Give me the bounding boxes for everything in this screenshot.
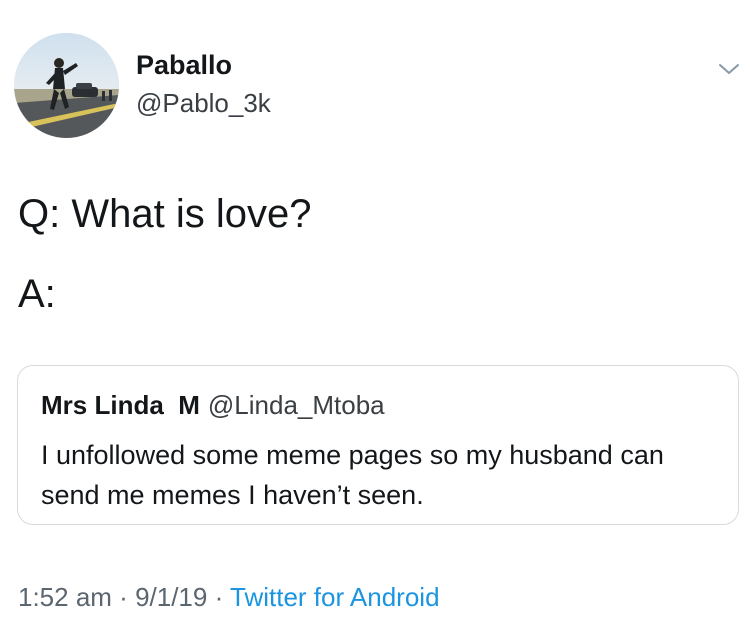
quoted-tweet[interactable]: Mrs Linda M @Linda_Mtoba I unfollowed som… <box>17 365 739 525</box>
tweet: Paballo @Pablo_3k Q: What is love? A: Mr… <box>0 0 750 638</box>
quoted-author-handle: @Linda_Mtoba <box>207 390 385 420</box>
meta-separator: · <box>207 582 230 612</box>
tweet-time[interactable]: 1:52 am <box>18 582 112 612</box>
tweet-meta: 1:52 am · 9/1/19 · Twitter for Android <box>18 580 440 614</box>
quoted-author-name: Mrs Linda M <box>41 390 200 420</box>
tweet-date[interactable]: 9/1/19 <box>135 582 207 612</box>
chevron-down-icon[interactable] <box>718 62 740 76</box>
meta-separator: · <box>111 582 136 612</box>
avatar[interactable] <box>14 33 119 138</box>
quoted-tweet-text: I unfollowed some meme pages so my husba… <box>41 440 664 510</box>
author-handle[interactable]: @Pablo_3k <box>136 86 271 120</box>
author-display-name[interactable]: Paballo <box>136 48 271 82</box>
author-info[interactable]: Paballo @Pablo_3k <box>136 48 271 120</box>
avatar-photo-road <box>14 33 119 138</box>
tweet-text-line: Q: What is love? <box>18 192 312 236</box>
tweet-text-line: A: <box>18 272 56 316</box>
quoted-tweet-header: Mrs Linda M @Linda_Mtoba <box>41 388 385 422</box>
tweet-source-link[interactable]: Twitter for Android <box>230 582 440 612</box>
